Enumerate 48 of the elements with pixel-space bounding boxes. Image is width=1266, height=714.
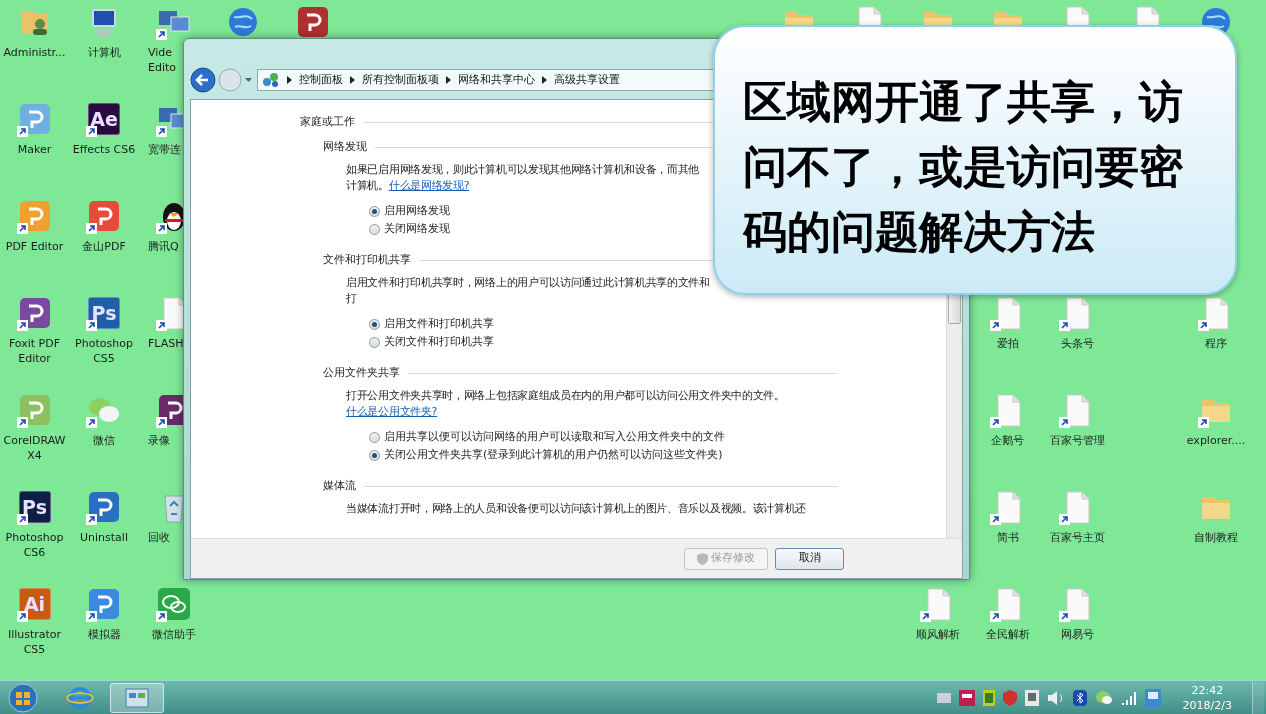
option-label: 关闭公用文件夹共享(登录到此计算机的用户仍然可以访问这些文件夹): [384, 448, 723, 462]
group-heading: 网络发现: [323, 140, 367, 154]
icon-label: 百家号主页: [1049, 530, 1105, 545]
icon-label: 网易号: [1060, 627, 1094, 642]
icon-label: Photoshop CS6: [4, 530, 65, 560]
option-label: 关闭网络发现: [384, 222, 450, 236]
icon-label: Photoshop CS5: [74, 336, 134, 366]
icon-label: 简书: [996, 530, 1019, 545]
icon-label: FLASH: [148, 336, 184, 351]
icon-label: 全民解析: [985, 627, 1030, 642]
section-heading: 家庭或工作: [300, 115, 355, 129]
icon-label: 回收: [148, 530, 170, 545]
icon-label: 录像: [148, 433, 170, 448]
icon-label: 计算机: [87, 45, 121, 60]
option-label: 启用网络发现: [384, 204, 450, 218]
icon-label: 顺风解析: [916, 627, 960, 642]
icon-label: explorer....: [1186, 433, 1246, 448]
description-text: 启用文件和打印机共享时，网络上的用户可以访问通过此计算机共享的文件和打: [346, 275, 711, 307]
icon-label: 自制教程: [1194, 530, 1238, 545]
icon-label: PDF Editor: [5, 239, 64, 254]
icon-label: 宽带连: [148, 142, 181, 157]
icon-label: Maker: [17, 142, 52, 157]
group-heading: 文件和打印机共享: [323, 253, 411, 267]
icon-label: 企鹅号: [991, 433, 1024, 448]
description-text: 当媒体流打开时，网络上的人员和设备便可以访问该计算机上的图片、音乐以及视频。该计算机还: [346, 501, 808, 517]
icon-label: 头条号: [1060, 336, 1094, 351]
icon-label: Uninstall: [80, 530, 128, 545]
icon-label: 微信: [93, 433, 115, 448]
icon-label: Illustrator CS5: [6, 627, 63, 657]
icon-label: Effects CS6: [72, 142, 136, 157]
icon-label: 金山PDF: [82, 239, 126, 254]
icon-label: CorelDRAW X4: [2, 433, 67, 463]
description-text: 如果已启用网络发现，则此计算机可以发现其他网络计算机和设备，而其他计算机。什么是网络发现?: [346, 162, 701, 194]
group-heading: 公用文件夹共享: [323, 366, 400, 380]
icon-label: Administr...: [3, 45, 66, 60]
icon-label: 程序: [1205, 336, 1227, 351]
icon-label: 模拟器: [87, 627, 121, 642]
icon-label: Foxit PDF Editor: [7, 336, 62, 366]
option-label: 关闭文件和打印机共享: [384, 335, 494, 349]
icon-label: 爱拍: [996, 336, 1019, 351]
option-label: 启用文件和打印机共享: [384, 317, 494, 331]
icon-label: Vide Edito: [148, 45, 178, 75]
option-label: 启用共享以便可以访问网络的用户可以读取和写入公用文件夹中的文件: [384, 430, 725, 444]
icon-label: 腾讯Q: [148, 239, 179, 254]
group-heading: 媒体流: [323, 479, 356, 493]
description-text: 打开公用文件夹共享时，网络上包括家庭组成员在内的用户都可以访问公用文件夹中的文件。 什么是公用文件夹?: [346, 388, 786, 420]
icon-label: 百家号管理: [1049, 433, 1105, 448]
icon-label: 微信助手: [151, 627, 196, 642]
